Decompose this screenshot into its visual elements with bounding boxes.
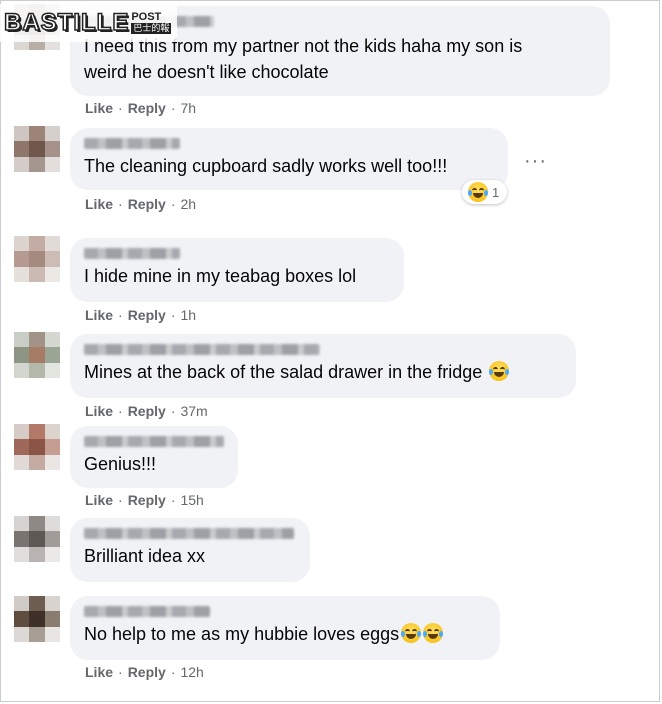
comment-actions: Like · Reply · 2h [85, 196, 196, 212]
comment-actions: Like · Reply · 15h [85, 492, 204, 508]
separator: · [118, 403, 123, 419]
comment-bubble: I hide mine in my teabag boxes lol [70, 238, 404, 302]
comment-text-line: weird he doesn't like chocolate [84, 62, 329, 82]
timestamp[interactable]: 37m [180, 403, 207, 419]
comment-bubble: Brilliant idea xx [70, 518, 310, 582]
separator: · [170, 307, 176, 323]
commenter-name-blurred[interactable] [84, 138, 180, 149]
comment-text: Mines at the back of the salad drawer in… [84, 362, 483, 382]
comment-bubble: No help to me as my hubbie loves eggs [70, 596, 500, 660]
comment-text-line: Brilliant idea xx [84, 546, 206, 566]
timestamp[interactable]: 15h [180, 492, 203, 508]
comment-bubble: Mines at the back of the salad drawer in… [70, 334, 576, 398]
like-button[interactable]: Like [85, 100, 113, 116]
comment-text-line: Mines at the back of the salad drawer in… [84, 359, 562, 385]
logo-chinese: 巴士的報 [131, 23, 172, 34]
separator: · [170, 664, 176, 680]
separator: · [170, 196, 176, 212]
separator: · [170, 403, 176, 419]
avatar[interactable] [14, 332, 60, 378]
commenter-name-blurred[interactable] [84, 248, 180, 259]
timestamp[interactable]: 12h [180, 664, 203, 680]
reply-button[interactable]: Reply [128, 664, 166, 680]
comment-text-line: No help to me as my hubbie loves eggs [84, 621, 486, 647]
like-button[interactable]: Like [85, 403, 113, 419]
separator: · [170, 100, 176, 116]
separator: · [170, 492, 176, 508]
avatar[interactable] [14, 596, 60, 642]
comment-actions: Like · Reply · 1h [85, 307, 196, 323]
avatar[interactable] [14, 424, 60, 470]
like-button[interactable]: Like [85, 196, 113, 212]
reply-button[interactable]: Reply [128, 196, 166, 212]
commenter-name-blurred[interactable] [84, 606, 210, 617]
laughing-crying-emoji-icon [489, 361, 510, 381]
logo-side: POST 巴士的報 [131, 11, 172, 34]
separator: · [118, 492, 123, 508]
comment-actions: Like · Reply · 37m [85, 403, 208, 419]
comment-actions: Like · Reply · 12h [85, 664, 204, 680]
more-options-icon[interactable]: ··· [524, 150, 547, 173]
commenter-name-blurred[interactable] [84, 436, 224, 447]
separator: · [118, 196, 123, 212]
avatar[interactable] [14, 516, 60, 562]
logo-post: POST [131, 11, 162, 23]
avatar[interactable] [14, 236, 60, 282]
reply-button[interactable]: Reply [128, 492, 166, 508]
separator: · [118, 664, 123, 680]
laughing-crying-emoji-icon [401, 623, 422, 643]
bastille-post-logo: BASTILLE POST 巴士的報 [0, 4, 178, 42]
separator: · [118, 100, 123, 116]
laughing-crying-emoji-icon [423, 623, 444, 643]
timestamp[interactable]: 2h [180, 196, 196, 212]
comment-actions: Like · Reply · 7h [85, 100, 196, 116]
laughing-crying-emoji-icon [468, 182, 488, 202]
reply-button[interactable]: Reply [128, 307, 166, 323]
like-button[interactable]: Like [85, 307, 113, 323]
comment-bubble: The cleaning cupboard sadly works well t… [70, 128, 508, 190]
comment-text: No help to me as my hubbie loves eggs [84, 624, 400, 644]
reaction-count: 1 [492, 184, 500, 200]
comment-text-line: The cleaning cupboard sadly works well t… [84, 156, 448, 176]
comment-text-line: Genius!!! [84, 454, 157, 474]
like-button[interactable]: Like [85, 492, 113, 508]
reply-button[interactable]: Reply [128, 100, 166, 116]
timestamp[interactable]: 7h [180, 100, 196, 116]
logo-brand: BASTILLE [3, 8, 130, 37]
reaction-badge[interactable]: 1 [462, 180, 508, 204]
commenter-name-blurred[interactable] [84, 528, 294, 539]
avatar[interactable] [14, 126, 60, 172]
commenter-name-blurred[interactable] [84, 344, 320, 355]
comment-bubble: Genius!!! [70, 426, 238, 488]
separator: · [118, 307, 123, 323]
reply-button[interactable]: Reply [128, 403, 166, 419]
comment-text-line: I hide mine in my teabag boxes lol [84, 266, 357, 286]
like-button[interactable]: Like [85, 664, 113, 680]
timestamp[interactable]: 1h [180, 307, 196, 323]
